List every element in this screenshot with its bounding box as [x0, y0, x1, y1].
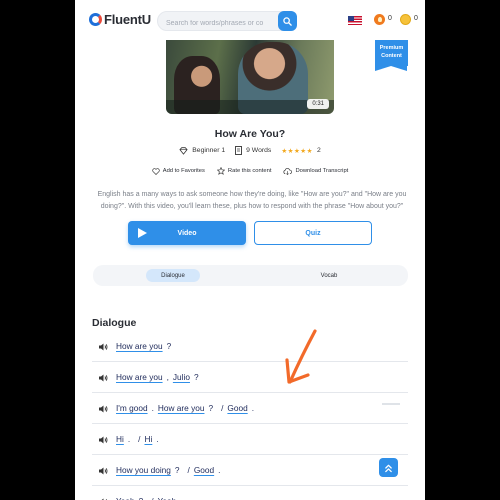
play-icon [138, 228, 147, 238]
dialogue-punctuation: . [127, 434, 131, 444]
dialogue-line[interactable]: How are you? [92, 331, 408, 362]
speaker-icon[interactable] [98, 342, 108, 352]
dialogue-word[interactable]: How you doing [116, 465, 171, 475]
dialogue-text: How you doing? / Good. [116, 465, 224, 475]
dialogue-word[interactable]: Good [227, 403, 247, 413]
dialogue-text: Hi. / Hi. [116, 434, 163, 444]
dialogue-section-title: Dialogue [92, 317, 137, 329]
dialogue-punctuation: . [156, 434, 159, 444]
dialogue-punctuation: . [151, 403, 154, 413]
dialogue-word[interactable]: Hi [144, 434, 152, 444]
dialogue-text: I'm good. How are you? / Good. [116, 403, 258, 413]
dialogue-punctuation: ? [139, 496, 144, 500]
level-diamond-icon [179, 146, 188, 155]
tab-vocab[interactable]: Vocab [302, 269, 356, 282]
dialogue-word[interactable]: Yeah [116, 496, 135, 500]
video-button-label: Video [177, 229, 197, 237]
logo-icon [89, 13, 102, 26]
lesson-page: FluentU 0 0 0:31 Premium Content How Are… [75, 0, 425, 500]
search-box [157, 11, 297, 33]
rate-content-label: Rate this content [227, 168, 272, 174]
dialogue-line[interactable]: Hi. / Hi. [92, 424, 408, 455]
lesson-meta: Beginner 1 9 Words ★★★★★ 2 [75, 146, 425, 155]
dialogue-line[interactable]: I'm good. How are you? / Good. [92, 393, 408, 424]
star-outline-icon [216, 167, 225, 175]
video-duration: 0:31 [307, 99, 329, 109]
streak-count: 0 [388, 15, 392, 22]
rating-count: 2 [316, 147, 321, 154]
quiz-button-label: Quiz [305, 229, 321, 237]
dialogue-word[interactable]: I'm good [116, 403, 148, 413]
add-to-favorites-button[interactable]: Add to Favorites [152, 167, 205, 175]
speaker-icon[interactable] [98, 373, 108, 383]
us-flag-icon[interactable] [348, 16, 362, 25]
speaker-icon[interactable] [98, 435, 108, 445]
cloud-download-icon [283, 167, 293, 175]
dialogue-line[interactable]: Yeah? / Yeah [92, 486, 408, 500]
content-tabs: Dialogue Vocab [93, 265, 408, 286]
lesson-description: English has a many ways to ask someone h… [97, 191, 407, 210]
video-thumbnail[interactable]: 0:31 [166, 40, 334, 114]
word-count-info: 9 Words [235, 146, 271, 155]
document-icon [235, 146, 243, 155]
double-chevron-up-icon [385, 464, 392, 472]
download-transcript-button[interactable]: Download Transcript [283, 167, 348, 175]
add-to-favorites-label: Add to Favorites [162, 168, 205, 174]
heart-icon [152, 167, 160, 175]
dialogue-punctuation: , [166, 372, 169, 382]
lesson-title: How Are You? [214, 128, 286, 140]
dialogue-punctuation: . [251, 403, 255, 413]
logo-text: FluentU [104, 12, 151, 27]
video-button[interactable]: Video [128, 221, 246, 245]
coin-icon [400, 14, 411, 25]
dialogue-text: How are you, Julio? [116, 372, 203, 382]
dialogue-line[interactable]: How are you, Julio? [92, 362, 408, 393]
level-info: Beginner 1 [179, 146, 226, 155]
dialogue-punctuation: / [187, 465, 190, 475]
dialogue-punctuation: ? [166, 341, 172, 351]
speaker-icon[interactable] [98, 466, 108, 476]
dialogue-punctuation: / [221, 403, 224, 413]
quiz-button[interactable]: Quiz [254, 221, 372, 245]
dialogue-punctuation: ? [174, 465, 180, 475]
fluentu-logo[interactable]: FluentU [89, 12, 151, 27]
streak-flame-icon [374, 14, 385, 25]
dialogue-punctuation: . [218, 465, 221, 475]
search-icon [283, 16, 292, 26]
search-input[interactable] [158, 14, 270, 33]
dialogue-punctuation: ? [193, 372, 199, 382]
top-header: FluentU 0 0 [75, 0, 425, 42]
word-count-label: 9 Words [246, 147, 272, 154]
lesson-actions: Add to Favorites Rate this content Downl… [75, 167, 425, 175]
dialogue-word[interactable]: Yeah [158, 496, 177, 500]
dialogue-list: How are you? How are you, Julio? I'm good… [92, 331, 408, 500]
dialogue-punctuation: / [151, 496, 153, 500]
download-transcript-label: Download Transcript [295, 168, 349, 174]
dialogue-text: How are you? [116, 341, 175, 351]
dialogue-line[interactable]: How you doing? / Good. [92, 455, 408, 486]
dialogue-word[interactable]: Hi [116, 434, 124, 444]
dialogue-text: Yeah? / Yeah [116, 496, 176, 500]
dialogue-word[interactable]: How are you [116, 372, 163, 382]
dialogue-word[interactable]: How are you [116, 341, 163, 351]
speaker-icon[interactable] [98, 404, 108, 414]
rating-stars: ★★★★★ [281, 147, 313, 155]
divider-handle [382, 403, 400, 405]
dialogue-punctuation: ? [208, 403, 214, 413]
dialogue-punctuation: / [138, 434, 141, 444]
tab-dialogue[interactable]: Dialogue [146, 269, 200, 282]
premium-content-badge: Premium Content [375, 40, 408, 71]
rating-info: ★★★★★ 2 [281, 147, 320, 155]
dialogue-word[interactable]: Good [194, 465, 214, 475]
scroll-to-top-button[interactable] [379, 458, 398, 477]
dialogue-word[interactable]: Julio [173, 372, 190, 382]
level-label: Beginner 1 [192, 147, 226, 154]
coin-count: 0 [414, 15, 418, 22]
search-button[interactable] [278, 11, 297, 31]
dialogue-word[interactable]: How are you [158, 403, 205, 413]
rate-content-button[interactable]: Rate this content [216, 167, 272, 175]
